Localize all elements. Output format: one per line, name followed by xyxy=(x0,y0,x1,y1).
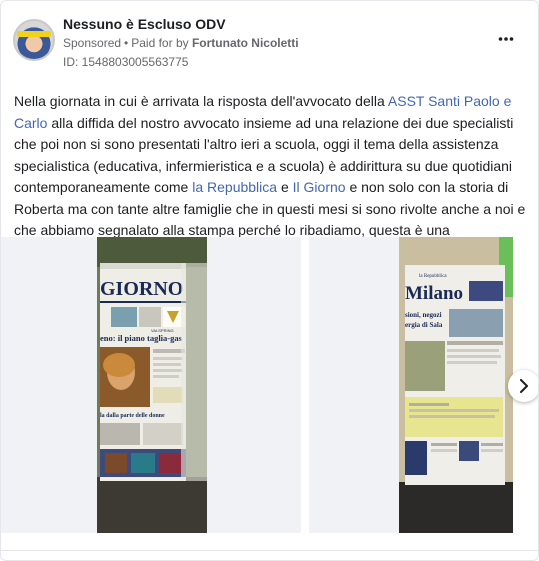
headline-text: eno: il piano taglia-gas xyxy=(100,333,183,343)
headline-1-text: sioni, negozi xyxy=(405,311,442,319)
masthead-text: Milano xyxy=(405,283,463,304)
payer-name: Fortunato Nicoletti xyxy=(191,36,299,50)
avatar-logo-band xyxy=(17,31,51,37)
carousel-image-la-repubblica[interactable]: la Repubblica Milano sioni, negozi ergia… xyxy=(309,237,513,533)
la-repubblica-photo: la Repubblica Milano sioni, negozi ergia… xyxy=(309,237,513,533)
chevron-right-icon xyxy=(520,379,528,393)
headline-2-text: ergia di Sala xyxy=(405,321,443,329)
carousel-image-il-giorno[interactable]: GIORNO VALSPRING eno: il piano taglia-ga… xyxy=(1,237,301,533)
more-horizontal-icon[interactable] xyxy=(498,33,514,43)
ad-id: ID: 1548803005563775 xyxy=(63,55,189,69)
card-divider xyxy=(1,550,538,551)
image-carousel: GIORNO VALSPRING eno: il piano taglia-ga… xyxy=(1,237,538,537)
separator-dot: • xyxy=(124,36,129,50)
link-la-repubblica[interactable]: la Repubblica xyxy=(192,179,277,195)
body-text-part: e xyxy=(277,179,293,195)
paid-for-by-label: Paid for by xyxy=(131,36,189,50)
page-avatar[interactable] xyxy=(13,19,55,61)
post-header: Nessuno è Escluso ODV Sponsored • Paid for… xyxy=(13,13,526,71)
body-text-part: Nella giornata in cui è arrivata la risp… xyxy=(14,93,388,109)
sponsored-line: Sponsored • Paid for by Fortunato Nicolett… xyxy=(63,36,299,50)
masthead-text: GIORNO xyxy=(100,278,183,300)
il-giorno-photo: GIORNO VALSPRING eno: il piano taglia-ga… xyxy=(1,237,301,533)
small-masthead-text: la Repubblica xyxy=(419,274,447,279)
ad-post-card: Nessuno è Escluso ODV Sponsored • Paid for… xyxy=(0,0,539,561)
section-text: la dalla parte delle donne xyxy=(100,413,165,419)
page-name[interactable]: Nessuno è Escluso ODV xyxy=(63,16,226,32)
sponsored-label[interactable]: Sponsored xyxy=(63,36,121,50)
carousel-next-button[interactable] xyxy=(508,370,538,402)
link-il-giorno[interactable]: Il Giorno xyxy=(293,179,346,195)
